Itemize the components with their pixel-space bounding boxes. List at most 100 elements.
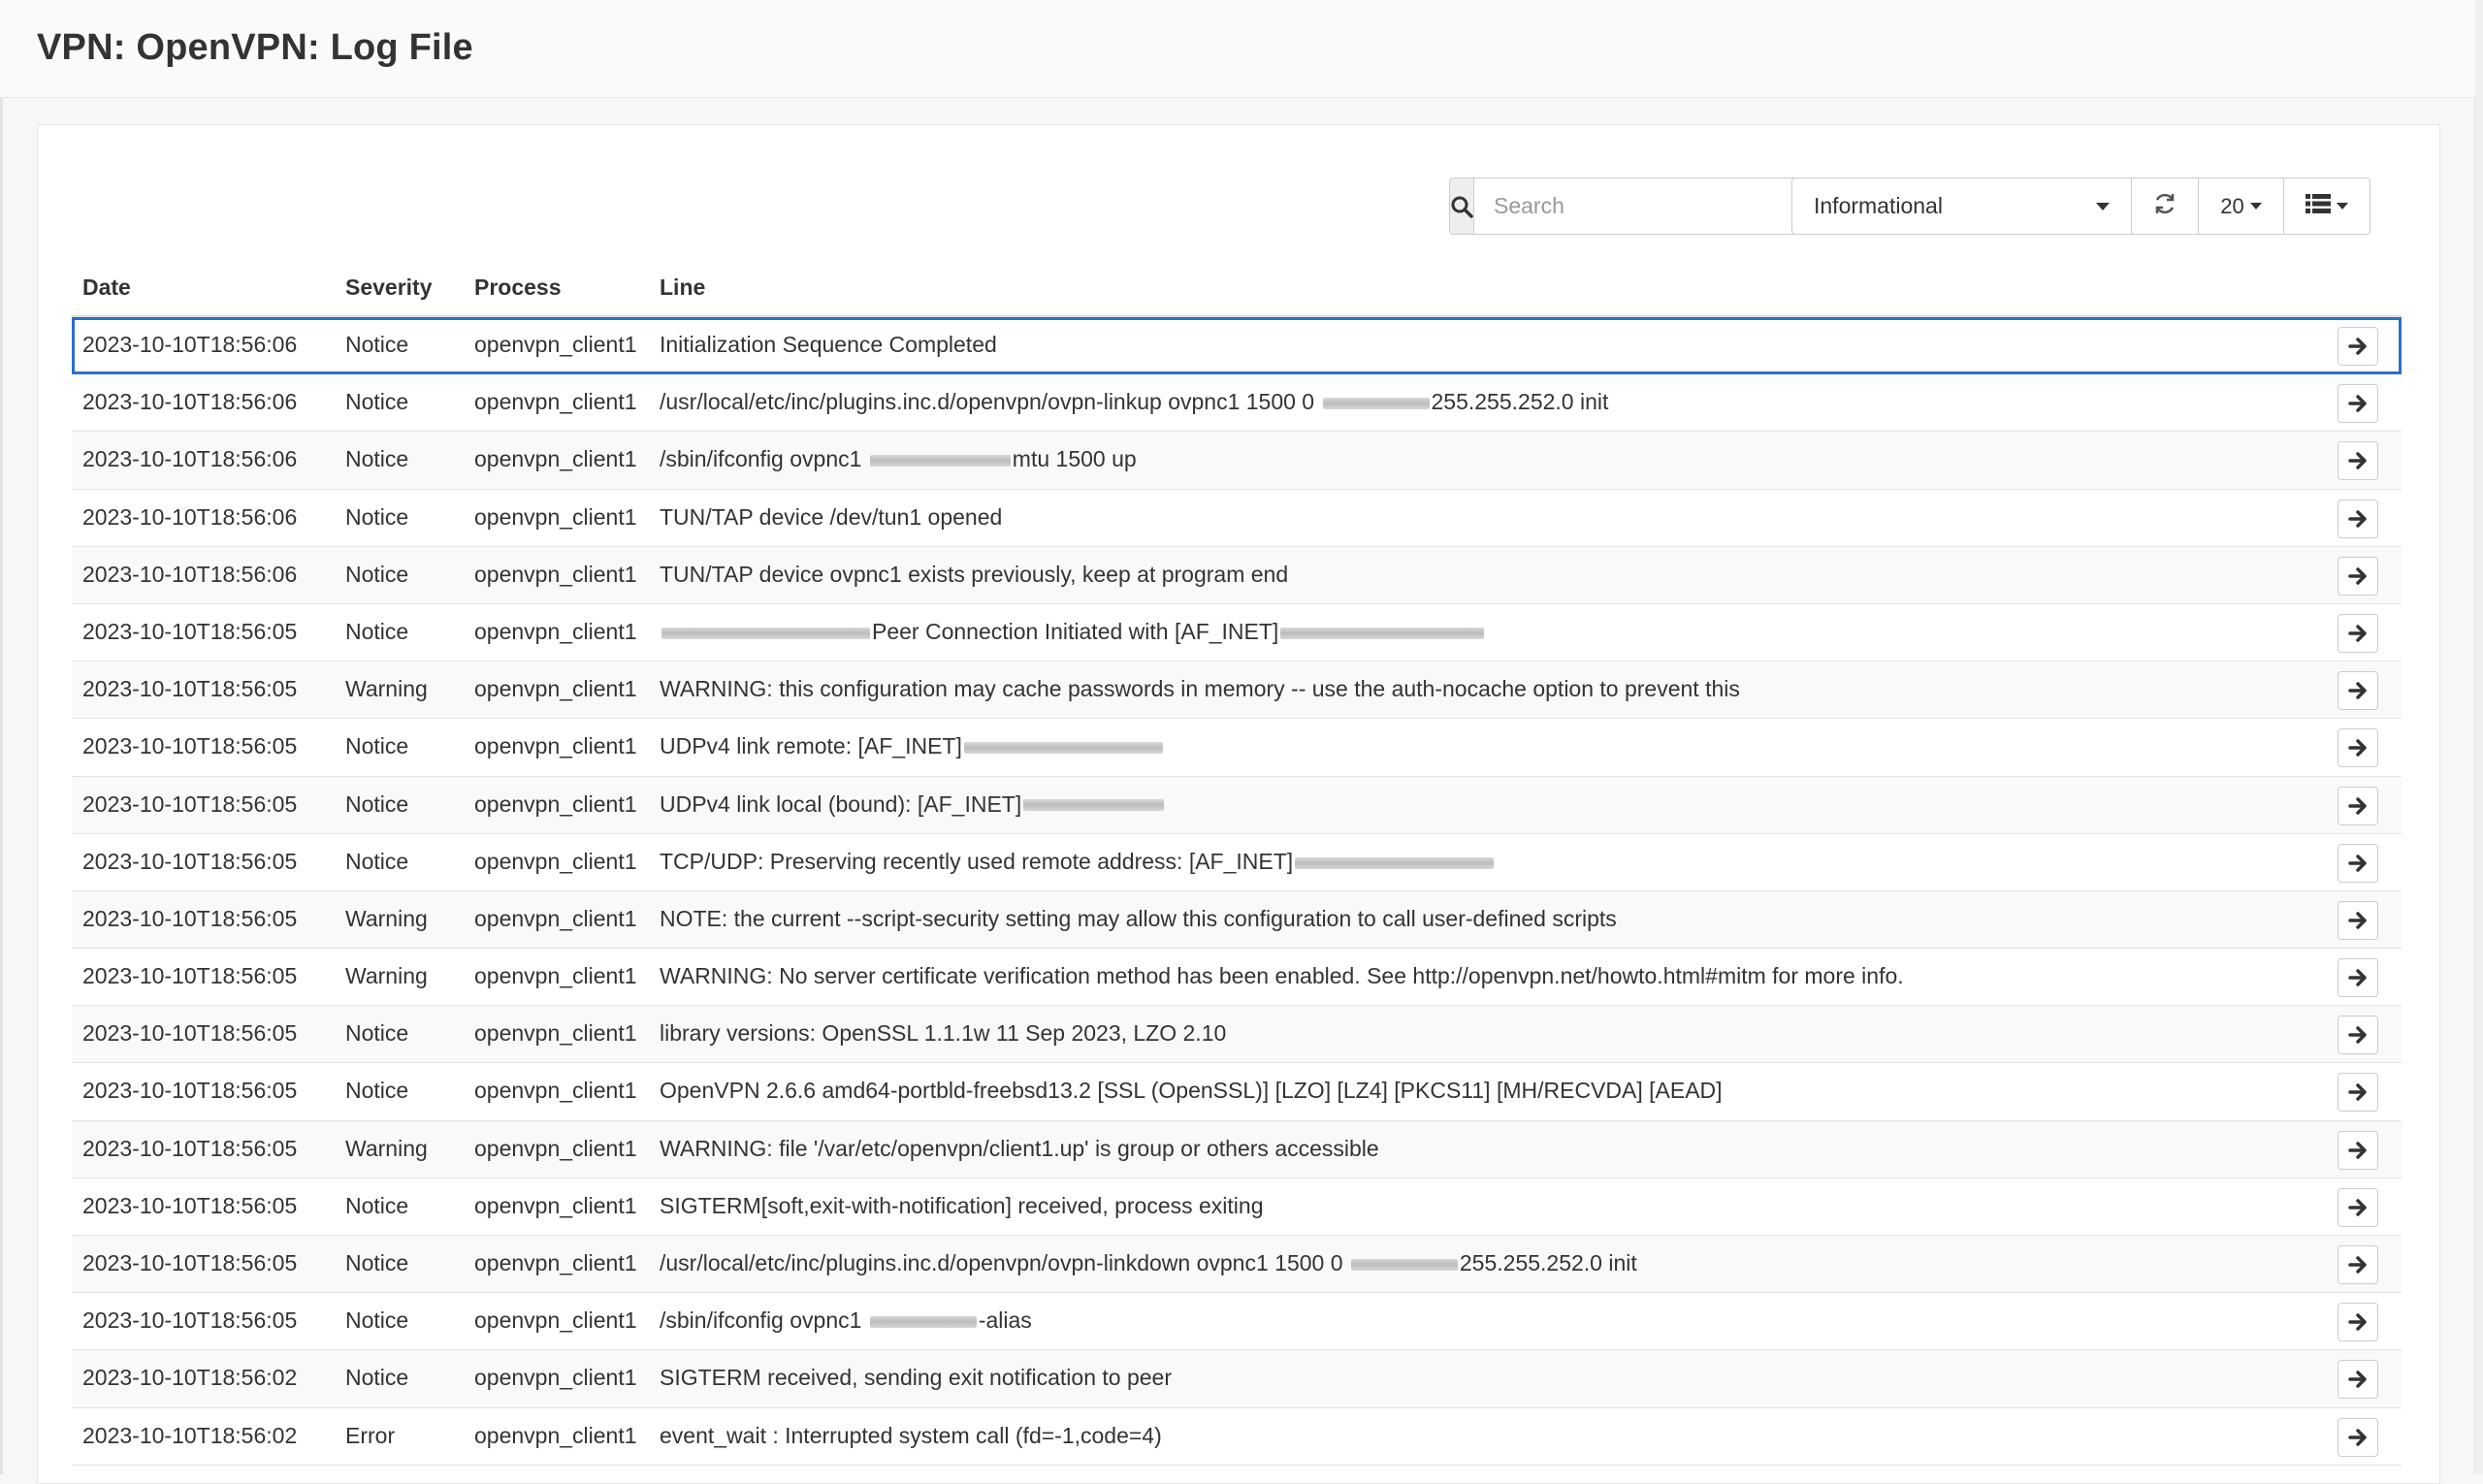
row-date: 2023-10-10T18:56:05 xyxy=(82,1250,298,1275)
table-row[interactable]: 2023-10-10T18:56:06 Notice openvpn_client1… xyxy=(72,317,2402,375)
table-row[interactable]: 2023-10-10T18:56:02 Notice openvpn_client1… xyxy=(72,1350,2402,1408)
row-details-button[interactable] xyxy=(2338,556,2378,596)
page-scrollbar[interactable] xyxy=(2474,0,2483,1474)
log-table: Date Severity Process Line 2023-10-10T18… xyxy=(72,263,2402,1466)
table-row[interactable]: 2023-10-10T18:56:05 Warning openvpn_client… xyxy=(72,949,2402,1007)
arrow-right-icon xyxy=(2348,969,2367,986)
arrow-right-icon xyxy=(2348,1371,2367,1389)
row-details-button[interactable] xyxy=(2338,1360,2378,1400)
severity-filter-select[interactable]: Informational xyxy=(1791,177,2132,235)
table-row[interactable]: 2023-10-10T18:56:05 Notice openvpn_client1… xyxy=(72,719,2402,777)
row-details-button[interactable] xyxy=(2338,1417,2378,1457)
row-severity: Warning xyxy=(345,676,428,702)
table-row[interactable]: 2023-10-10T18:56:02 Error openvpn_client1 e… xyxy=(72,1408,2402,1466)
row-line-text: WARNING: this configuration may cache pa… xyxy=(660,676,1740,702)
row-process: openvpn_client1 xyxy=(474,1307,637,1334)
column-header-severity[interactable]: Severity xyxy=(345,274,433,301)
search-input[interactable] xyxy=(1474,177,1801,235)
row-line-text: TUN/TAP device ovpnc1 exists previously,… xyxy=(660,561,1289,587)
row-process: openvpn_client1 xyxy=(474,790,637,817)
column-header-line[interactable]: Line xyxy=(660,274,705,301)
arrow-right-icon xyxy=(2348,395,2367,412)
row-details-button[interactable] xyxy=(2338,786,2378,825)
row-line-text: /sbin/ifconfig ovpnc1 xyxy=(660,1307,868,1334)
row-details-button[interactable] xyxy=(2338,728,2378,768)
table-row[interactable]: 2023-10-10T18:56:06 Notice openvpn_client1… xyxy=(72,546,2402,604)
table-row[interactable]: 2023-10-10T18:56:06 Notice openvpn_client1… xyxy=(72,374,2402,433)
row-line-text: library versions: OpenSSL 1.1.1w 11 Sep … xyxy=(660,1020,1227,1047)
row-process: openvpn_client1 xyxy=(474,1020,637,1047)
redacted-block xyxy=(661,627,870,639)
row-details-button[interactable] xyxy=(2338,1016,2378,1055)
column-header-process[interactable]: Process xyxy=(474,274,562,301)
search-icon[interactable] xyxy=(1449,177,1474,235)
row-date: 2023-10-10T18:56:06 xyxy=(82,446,298,472)
row-process: openvpn_client1 xyxy=(474,332,637,357)
rows-per-page-button[interactable]: 20 xyxy=(2198,177,2284,235)
table-row[interactable]: 2023-10-10T18:56:05 Notice openvpn_client1… xyxy=(72,776,2402,834)
table-row[interactable]: 2023-10-10T18:56:05 Warning openvpn_client… xyxy=(72,1120,2402,1178)
row-details-button[interactable] xyxy=(2338,1187,2378,1227)
row-severity: Notice xyxy=(345,1365,409,1391)
row-details-button[interactable] xyxy=(2338,900,2378,940)
row-date: 2023-10-10T18:56:05 xyxy=(82,1135,298,1161)
row-line-text: -alias xyxy=(978,1307,1032,1334)
arrow-right-icon xyxy=(2348,452,2367,470)
redacted-block xyxy=(869,455,1011,468)
refresh-button[interactable] xyxy=(2131,177,2199,235)
table-row[interactable]: 2023-10-10T18:56:06 Notice openvpn_client1… xyxy=(72,490,2402,547)
row-details-button[interactable] xyxy=(2338,1303,2378,1342)
row-process: openvpn_client1 xyxy=(474,618,637,644)
row-details-button[interactable] xyxy=(2338,384,2378,424)
row-severity: Notice xyxy=(345,446,409,472)
row-severity: Notice xyxy=(345,561,409,587)
row-line-text: 255.255.252.0 init xyxy=(1459,1250,1637,1275)
row-date: 2023-10-10T18:56:05 xyxy=(82,790,298,817)
row-process: openvpn_client1 xyxy=(474,1078,637,1104)
table-row[interactable]: 2023-10-10T18:56:05 Notice openvpn_client1… xyxy=(72,1006,2402,1064)
row-line: /sbin/ifconfig ovpnc1 -alias xyxy=(660,1307,1032,1334)
row-date: 2023-10-10T18:56:06 xyxy=(82,389,298,415)
table-row[interactable]: 2023-10-10T18:56:06 Notice openvpn_client1… xyxy=(72,432,2402,490)
table-row[interactable]: 2023-10-10T18:56:05 Notice openvpn_client1… xyxy=(72,604,2402,662)
left-edge xyxy=(0,0,3,1474)
table-row[interactable]: 2023-10-10T18:56:05 Notice openvpn_client1… xyxy=(72,1178,2402,1236)
row-process: openvpn_client1 xyxy=(474,1192,637,1218)
row-severity: Notice xyxy=(345,618,409,644)
column-header-date[interactable]: Date xyxy=(82,274,131,301)
row-severity: Notice xyxy=(345,1020,409,1047)
row-details-button[interactable] xyxy=(2338,1130,2378,1170)
column-selection-button[interactable] xyxy=(2283,177,2370,235)
row-details-button[interactable] xyxy=(2338,1245,2378,1284)
row-date: 2023-10-10T18:56:05 xyxy=(82,676,298,702)
table-row[interactable]: 2023-10-10T18:56:05 Notice openvpn_client1… xyxy=(72,834,2402,891)
table-row[interactable]: 2023-10-10T18:56:05 Notice openvpn_client1… xyxy=(72,1063,2402,1121)
row-severity: Notice xyxy=(345,1192,409,1218)
row-line-text: /usr/local/etc/inc/plugins.inc.d/openvpn… xyxy=(660,1250,1349,1275)
row-line: /sbin/ifconfig ovpnc1 mtu 1500 up xyxy=(660,446,1137,472)
table-row[interactable]: 2023-10-10T18:56:05 Warning openvpn_client… xyxy=(72,661,2402,720)
row-details-button[interactable] xyxy=(2338,441,2378,481)
row-process: openvpn_client1 xyxy=(474,848,637,874)
arrow-right-icon xyxy=(2348,682,2367,699)
row-details-button[interactable] xyxy=(2338,1073,2378,1113)
row-details-button[interactable] xyxy=(2338,671,2378,711)
arrow-right-icon xyxy=(2348,854,2367,872)
refresh-icon xyxy=(2152,191,2177,222)
row-date: 2023-10-10T18:56:05 xyxy=(82,1020,298,1047)
row-details-button[interactable] xyxy=(2338,958,2378,998)
row-details-button[interactable] xyxy=(2338,843,2378,883)
row-date: 2023-10-10T18:56:02 xyxy=(82,1365,298,1391)
table-row[interactable]: 2023-10-10T18:56:05 Notice openvpn_client1… xyxy=(72,1236,2402,1294)
arrow-right-icon xyxy=(2348,1256,2367,1274)
row-details-button[interactable] xyxy=(2338,499,2378,538)
row-severity: Notice xyxy=(345,848,409,874)
row-details-button[interactable] xyxy=(2338,327,2378,366)
row-line: NOTE: the current --script-security sett… xyxy=(660,906,1617,932)
row-line: event_wait : Interrupted system call (fd… xyxy=(660,1423,1162,1449)
row-details-button[interactable] xyxy=(2338,613,2378,653)
table-row[interactable]: 2023-10-10T18:56:05 Notice openvpn_client1… xyxy=(72,1293,2402,1351)
row-severity: Warning xyxy=(345,963,428,989)
row-process: openvpn_client1 xyxy=(474,733,637,759)
table-row[interactable]: 2023-10-10T18:56:05 Warning openvpn_client… xyxy=(72,890,2402,950)
